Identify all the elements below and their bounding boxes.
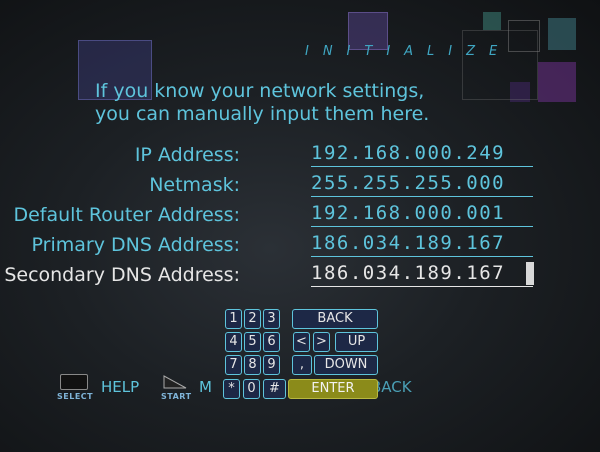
on-screen-keypad: 1 2 3 BACK 4 5 6 < > UP 7 8 9 , DOWN * 0… (218, 309, 382, 404)
key-cursor-right[interactable]: > (313, 332, 330, 352)
field-default-router[interactable]: Default Router Address: 192.168.000.001 (0, 202, 540, 230)
screen-title: INITIALIZE (305, 44, 512, 59)
start-button-icon (163, 374, 187, 389)
key-6[interactable]: 6 (263, 332, 280, 352)
key-hash[interactable]: # (263, 379, 286, 399)
deco-square (483, 12, 501, 30)
field-label: Netmask: (149, 174, 240, 196)
key-8[interactable]: 8 (244, 355, 261, 375)
key-back[interactable]: BACK (292, 309, 378, 329)
field-value-input[interactable]: 192.168.000.001 (311, 202, 533, 227)
field-ip-address[interactable]: IP Address: 192.168.000.249 (0, 142, 540, 170)
select-button-icon (60, 374, 88, 390)
key-up[interactable]: UP (335, 332, 378, 352)
field-label: Secondary DNS Address: (4, 264, 240, 286)
key-star[interactable]: * (223, 379, 240, 399)
field-label: Default Router Address: (13, 204, 240, 226)
field-value-input[interactable]: 255.255.255.000 (311, 172, 533, 197)
field-value-text: 186.034.189.167 (311, 262, 506, 284)
field-label: Primary DNS Address: (31, 234, 240, 256)
start-caption: START (161, 392, 192, 401)
key-cursor-left[interactable]: < (293, 332, 310, 352)
key-enter[interactable]: ENTER (288, 379, 378, 399)
intro-text: If you know your network settings, you c… (95, 80, 495, 126)
key-down[interactable]: DOWN (314, 355, 378, 375)
intro-line-1: If you know your network settings, (95, 80, 425, 102)
key-9[interactable]: 9 (263, 355, 280, 375)
field-primary-dns[interactable]: Primary DNS Address: 186.034.189.167 (0, 232, 540, 260)
deco-square (538, 62, 576, 102)
field-value-input[interactable]: 192.168.000.249 (311, 142, 533, 167)
key-4[interactable]: 4 (225, 332, 242, 352)
field-value-input[interactable]: 186.034.189.167 (311, 232, 533, 257)
field-value-input[interactable]: 186.034.189.167 (311, 262, 534, 287)
field-secondary-dns[interactable]: Secondary DNS Address: 186.034.189.167 (0, 262, 540, 290)
intro-line-2: you can manually input them here. (95, 103, 430, 125)
key-5[interactable]: 5 (244, 332, 261, 352)
field-label: IP Address: (134, 144, 240, 166)
key-3[interactable]: 3 (263, 309, 280, 329)
menu-label-partial[interactable]: M (199, 378, 212, 396)
key-1[interactable]: 1 (225, 309, 242, 329)
help-label[interactable]: HELP (101, 378, 139, 396)
select-caption: SELECT (57, 392, 94, 401)
key-0[interactable]: 0 (243, 379, 260, 399)
deco-square (548, 18, 576, 50)
key-2[interactable]: 2 (244, 309, 261, 329)
field-netmask[interactable]: Netmask: 255.255.255.000 (0, 172, 540, 200)
key-comma[interactable]: , (292, 355, 312, 375)
key-7[interactable]: 7 (225, 355, 242, 375)
text-cursor (526, 262, 534, 285)
